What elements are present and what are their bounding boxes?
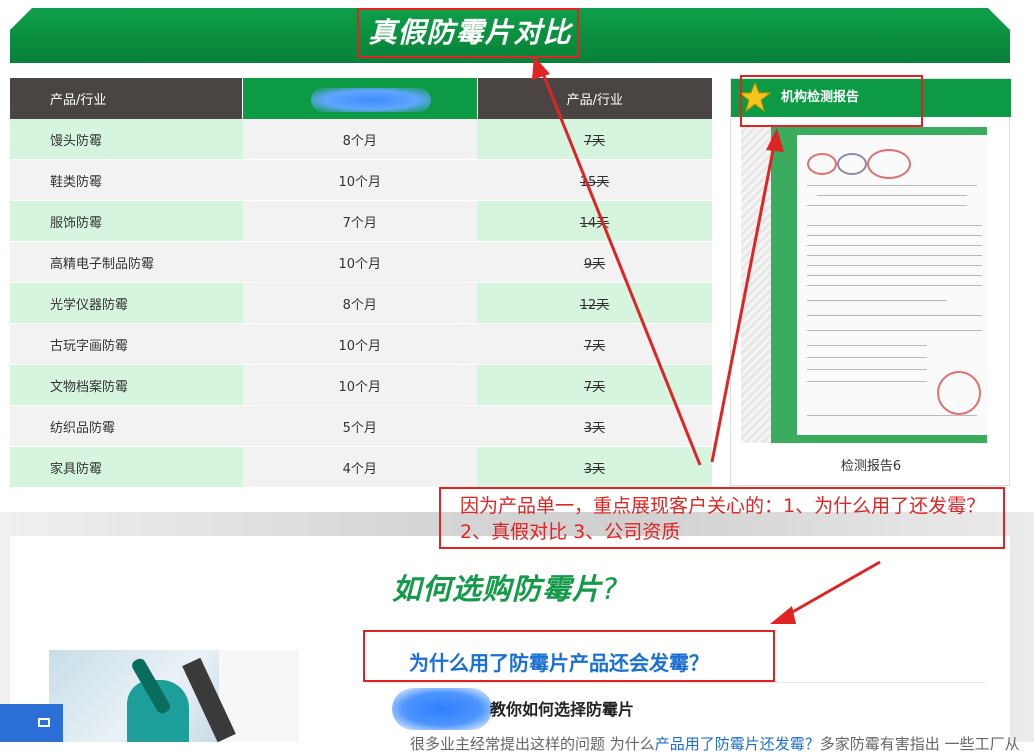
annotation-box-report bbox=[740, 75, 923, 127]
excerpt-text: 很多业主经常提出这样的问题 为什么 bbox=[410, 735, 655, 753]
chat-button[interactable] bbox=[0, 704, 63, 742]
divider bbox=[365, 682, 985, 683]
cell-ours: 10个月 bbox=[242, 159, 478, 201]
doc-line bbox=[807, 265, 982, 266]
blurred-brand-name bbox=[311, 88, 432, 112]
table-row: 馒头防霉 8个月 7天 bbox=[10, 119, 712, 160]
cell-industry: 鞋类防霉 bbox=[10, 159, 243, 201]
report-image[interactable] bbox=[741, 127, 987, 443]
cell-fake: 7天 bbox=[477, 119, 712, 160]
doc-line bbox=[807, 369, 927, 370]
stamp-2 bbox=[837, 153, 867, 175]
cell-ours: 8个月 bbox=[242, 119, 478, 160]
header-brand bbox=[242, 78, 478, 119]
header-industry-fake: 产品/行业 bbox=[477, 78, 712, 119]
doc-line bbox=[807, 381, 927, 382]
report-panel: 机构检测报告 检测报告6 bbox=[730, 78, 1011, 486]
table-row: 鞋类防霉 10个月 15天 bbox=[10, 159, 712, 201]
cell-ours: 5个月 bbox=[242, 405, 478, 447]
doc-line bbox=[807, 285, 982, 286]
cell-industry: 高精电子制品防霉 bbox=[10, 241, 243, 283]
doc-line bbox=[807, 245, 982, 246]
doc-line bbox=[807, 345, 927, 346]
doc-line bbox=[817, 195, 967, 196]
cell-fake: 9天 bbox=[477, 241, 712, 283]
cell-industry: 馒头防霉 bbox=[10, 119, 243, 160]
stamp-3 bbox=[867, 149, 911, 179]
doc-line bbox=[807, 185, 977, 186]
table-row: 光学仪器防霉 8个月 12天 bbox=[10, 282, 712, 324]
banner-corner-left bbox=[10, 8, 32, 30]
annotation-box-title bbox=[357, 8, 579, 58]
cell-ours: 4个月 bbox=[242, 446, 478, 488]
report-caption: 检测报告6 bbox=[840, 459, 902, 474]
cell-ours: 10个月 bbox=[242, 364, 478, 406]
doc-line bbox=[807, 235, 982, 236]
chat-icon bbox=[38, 718, 50, 727]
cell-ours: 7个月 bbox=[242, 200, 478, 242]
cell-industry: 服饰防霉 bbox=[10, 200, 243, 242]
cell-fake: 15天 bbox=[477, 159, 712, 201]
cell-industry: 光学仪器防霉 bbox=[10, 282, 243, 324]
stamp-seal bbox=[937, 371, 981, 415]
doc-line bbox=[807, 255, 982, 256]
table-row: 服饰防霉 7个月 14天 bbox=[10, 200, 712, 242]
excerpt-text-2: 多家防霉有害指出 一些工厂从 bbox=[819, 735, 1020, 753]
cell-fake: 3天 bbox=[477, 446, 712, 488]
doc-line bbox=[807, 415, 977, 416]
stamp-1 bbox=[807, 153, 837, 175]
annotation-box-why bbox=[363, 630, 775, 682]
cell-fake: 7天 bbox=[477, 364, 712, 406]
table-row: 文物档案防霉 10个月 7天 bbox=[10, 364, 712, 406]
doc-line bbox=[807, 300, 947, 301]
cell-industry: 家具防霉 bbox=[10, 446, 243, 488]
cell-ours: 10个月 bbox=[242, 323, 478, 365]
lab-photo bbox=[49, 650, 299, 742]
doc-line bbox=[807, 205, 967, 206]
cell-industry: 纺织品防霉 bbox=[10, 405, 243, 447]
blurred-brand-name-2 bbox=[392, 688, 492, 730]
doc-line bbox=[807, 330, 982, 331]
doc-line bbox=[807, 315, 982, 316]
cell-fake: 14天 bbox=[477, 200, 712, 242]
cell-fake: 12天 bbox=[477, 282, 712, 324]
cell-industry: 文物档案防霉 bbox=[10, 364, 243, 406]
report-document bbox=[797, 135, 987, 435]
cell-ours: 8个月 bbox=[242, 282, 478, 324]
table-row: 纺织品防霉 5个月 3天 bbox=[10, 405, 712, 447]
article-excerpt: 很多业主经常提出这样的问题 为什么产品用了防霉片还发霉？多家防霉有害指出 一些工… bbox=[410, 733, 1020, 754]
table-row: 家具防霉 4个月 3天 bbox=[10, 446, 712, 488]
doc-line bbox=[807, 275, 982, 276]
how-title-text: 如何选购防霉片 bbox=[392, 572, 603, 606]
banner-corner-right bbox=[988, 8, 1010, 30]
teach-title: 教你如何选择防霉片 bbox=[490, 700, 635, 719]
report-image-stripe bbox=[741, 127, 771, 443]
cell-industry: 古玩字画防霉 bbox=[10, 323, 243, 365]
comparison-table: 产品/行业 产品/行业 馒头防霉 8个月 7天 鞋类防霉 10个月 15天 服饰… bbox=[10, 78, 712, 488]
cell-fake: 7天 bbox=[477, 323, 712, 365]
how-to-choose-title: 如何选购防霉片? bbox=[392, 566, 618, 608]
header-industry: 产品/行业 bbox=[10, 78, 244, 119]
doc-line bbox=[807, 225, 982, 226]
cell-fake: 3天 bbox=[477, 405, 712, 447]
table-row: 高精电子制品防霉 10个月 9天 bbox=[10, 241, 712, 283]
excerpt-link[interactable]: 产品用了防霉片还发霉？ bbox=[655, 735, 820, 753]
cell-ours: 10个月 bbox=[242, 241, 478, 283]
annotation-note: 因为产品单一，重点展现客户关心的：1、为什么用了还发霉？ 2、真假对比 3、公司… bbox=[460, 495, 986, 543]
how-title-question-mark: ? bbox=[602, 572, 619, 606]
table-header-row: 产品/行业 产品/行业 bbox=[10, 78, 712, 119]
table-row: 古玩字画防霉 10个月 7天 bbox=[10, 323, 712, 365]
doc-line bbox=[807, 357, 927, 358]
